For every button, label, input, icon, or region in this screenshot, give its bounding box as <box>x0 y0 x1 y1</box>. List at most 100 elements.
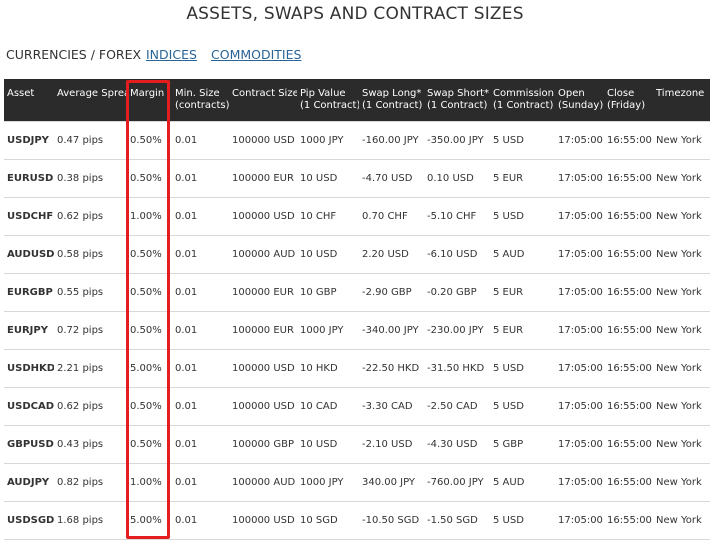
cell-asset: EURUSD <box>4 159 54 198</box>
column-header-min-size: Min. Size (contracts) <box>172 79 229 122</box>
cell-average-spread: 2.21 pips <box>54 349 127 388</box>
column-header-close: Close (Friday) <box>604 79 653 122</box>
cell-commission: 5 AUD <box>490 235 555 274</box>
column-header-label: Average Spread <box>57 88 127 99</box>
column-header-label: Contract Size <box>232 88 297 99</box>
column-header-sublabel: (Sunday) <box>558 100 604 111</box>
cell-commission: 5 USD <box>490 349 555 388</box>
cell-open: 17:05:00 <box>555 311 604 350</box>
cell-contract-size: 100000 AUD <box>229 235 297 274</box>
cell-timezone: New York <box>653 387 710 426</box>
column-header-contract-size: Contract Size <box>229 79 297 122</box>
cell-timezone: New York <box>653 197 710 236</box>
column-header-label: Timezone <box>656 88 705 99</box>
cell-open: 17:05:00 <box>555 121 604 160</box>
column-header-timezone: Timezone <box>653 79 710 122</box>
column-header-margin: Margin <box>127 79 172 122</box>
cell-open: 17:05:00 <box>555 425 604 464</box>
cell-timezone: New York <box>653 501 710 540</box>
cell-close: 16:55:00 <box>604 425 653 464</box>
cell-min-size: 0.01 <box>172 463 229 502</box>
cell-asset: EURGBP <box>4 273 54 312</box>
cell-asset: AUDJPY <box>4 463 54 502</box>
cell-average-spread: 0.55 pips <box>54 273 127 312</box>
cell-margin: 1.00% <box>127 463 172 502</box>
column-header-label: Close <box>607 88 635 99</box>
cell-margin: 1.00% <box>127 197 172 236</box>
cell-open: 17:05:00 <box>555 501 604 540</box>
cell-contract-size: 100000 USD <box>229 197 297 236</box>
cell-swap-long: -22.50 HKD <box>359 349 424 388</box>
column-header-asset: Asset <box>4 79 54 122</box>
cell-min-size: 0.01 <box>172 501 229 540</box>
cell-swap-long: -340.00 JPY <box>359 311 424 350</box>
cell-open: 17:05:00 <box>555 349 604 388</box>
cell-margin: 0.50% <box>127 273 172 312</box>
cell-timezone: New York <box>653 425 710 464</box>
cell-min-size: 0.01 <box>172 349 229 388</box>
column-header-sublabel: (1 Contract) <box>300 100 359 111</box>
cell-asset: USDHKD <box>4 349 54 388</box>
column-header-swap-short: Swap Short* (1 Contract) <box>424 79 490 122</box>
cell-margin: 0.50% <box>127 387 172 426</box>
cell-swap-short: -0.20 GBP <box>424 273 490 312</box>
tab-indices[interactable]: INDICES <box>146 47 197 62</box>
cell-contract-size: 100000 AUD <box>229 463 297 502</box>
cell-close: 16:55:00 <box>604 235 653 274</box>
cell-contract-size: 100000 USD <box>229 501 297 540</box>
cell-timezone: New York <box>653 235 710 274</box>
cell-timezone: New York <box>653 349 710 388</box>
cell-min-size: 0.01 <box>172 197 229 236</box>
cell-pip-value: 1000 JPY <box>297 121 359 160</box>
cell-contract-size: 100000 USD <box>229 387 297 426</box>
cell-swap-short: -5.10 CHF <box>424 197 490 236</box>
table-row: EURGBP 0.55 pips 0.50% 0.01 100000 EUR 10 GBP… <box>4 273 710 312</box>
cell-contract-size: 100000 EUR <box>229 159 297 198</box>
cell-commission: 5 GBP <box>490 425 555 464</box>
column-header-swap-long: Swap Long* (1 Contract) <box>359 79 424 122</box>
cell-close: 16:55:00 <box>604 349 653 388</box>
column-header-label: Margin <box>130 88 165 99</box>
cell-swap-long: 340.00 JPY <box>359 463 424 502</box>
tab-currencies-forex[interactable]: CURRENCIES / FOREX <box>6 47 141 62</box>
cell-average-spread: 0.38 pips <box>54 159 127 198</box>
table-row: USDCHF 0.62 pips 1.00% 0.01 100000 USD 10 CHF… <box>4 197 710 236</box>
cell-swap-short: -4.30 USD <box>424 425 490 464</box>
table-row: USDCAD 0.62 pips 0.50% 0.01 100000 USD 10 CAD… <box>4 387 710 426</box>
cell-commission: 5 EUR <box>490 159 555 198</box>
cell-contract-size: 100000 EUR <box>229 311 297 350</box>
column-header-label: Pip Value <box>300 88 346 99</box>
table-row: AUDUSD 0.58 pips 0.50% 0.01 100000 AUD 10 USD… <box>4 235 710 274</box>
cell-open: 17:05:00 <box>555 463 604 502</box>
cell-swap-long: -10.50 SGD <box>359 501 424 540</box>
table-header-row: Asset Average SpreadMargin Min. Size(contr… <box>4 79 710 122</box>
cell-commission: 5 USD <box>490 197 555 236</box>
column-header-sublabel: (contracts) <box>175 100 229 111</box>
contract-table: Asset Average SpreadMargin Min. Size(contr… <box>4 79 710 540</box>
cell-timezone: New York <box>653 463 710 502</box>
cell-pip-value: 10 USD <box>297 159 359 198</box>
cell-min-size: 0.01 <box>172 121 229 160</box>
cell-contract-size: 100000 USD <box>229 349 297 388</box>
page-title: ASSETS, SWAPS AND CONTRACT SIZES <box>186 4 524 24</box>
cell-close: 16:55:00 <box>604 311 653 350</box>
cell-swap-long: -2.90 GBP <box>359 273 424 312</box>
cell-asset: EURJPY <box>4 311 54 350</box>
column-header-label: Commission <box>493 88 555 99</box>
table-row: GBPUSD 0.43 pips 0.50% 0.01 100000 GBP 10 USD… <box>4 425 710 464</box>
cell-asset: GBPUSD <box>4 425 54 464</box>
cell-asset: AUDUSD <box>4 235 54 274</box>
cell-commission: 5 EUR <box>490 311 555 350</box>
cell-open: 17:05:00 <box>555 197 604 236</box>
cell-commission: 5 EUR <box>490 273 555 312</box>
cell-contract-size: 100000 EUR <box>229 273 297 312</box>
column-header-commission: Commission (1 Contract) <box>490 79 555 122</box>
column-header-sublabel: (1 Contract) <box>427 100 488 111</box>
tab-commodities[interactable]: COMMODITIES <box>211 47 301 62</box>
cell-average-spread: 0.58 pips <box>54 235 127 274</box>
cell-average-spread: 0.82 pips <box>54 463 127 502</box>
cell-contract-size: 100000 GBP <box>229 425 297 464</box>
cell-pip-value: 10 USD <box>297 425 359 464</box>
cell-swap-short: -31.50 HKD <box>424 349 490 388</box>
cell-min-size: 0.01 <box>172 425 229 464</box>
